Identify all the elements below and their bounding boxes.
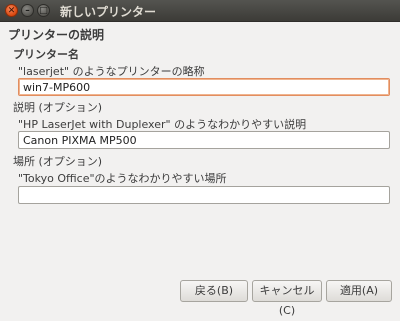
description-value: Canon PIXMA MP500 — [23, 134, 137, 147]
location-label: 場所 (オプション) — [13, 155, 103, 168]
location-hint: "Tokyo Office"のようなわかりやすい場所 — [18, 172, 227, 185]
location-input[interactable] — [18, 186, 390, 204]
printer-name-value: win7-MP600 — [23, 81, 91, 94]
title-bar: ✕ – □ 新しいプリンター — [0, 0, 400, 22]
printer-name-hint: "laserjet" のようなプリンターの略称 — [18, 65, 205, 78]
printer-name-input[interactable]: win7-MP600 — [18, 78, 390, 96]
printer-name-label: プリンター名 — [13, 48, 79, 61]
close-window-button[interactable]: ✕ — [5, 4, 18, 17]
cancel-button[interactable]: キャンセル(C) — [252, 280, 322, 317]
description-hint: "HP LaserJet with Duplexer" のようなわかりやすい説明 — [18, 118, 307, 131]
minimize-window-button[interactable]: – — [21, 4, 34, 17]
description-label: 説明 (オプション) — [13, 101, 103, 114]
apply-button[interactable]: 適用(A) — [326, 280, 392, 302]
window-title: 新しいプリンター — [60, 5, 157, 19]
back-button[interactable]: 戻る(B) — [180, 280, 248, 302]
maximize-window-button[interactable]: □ — [37, 4, 50, 17]
section-title: プリンターの説明 — [8, 28, 105, 42]
description-input[interactable]: Canon PIXMA MP500 — [18, 131, 390, 149]
